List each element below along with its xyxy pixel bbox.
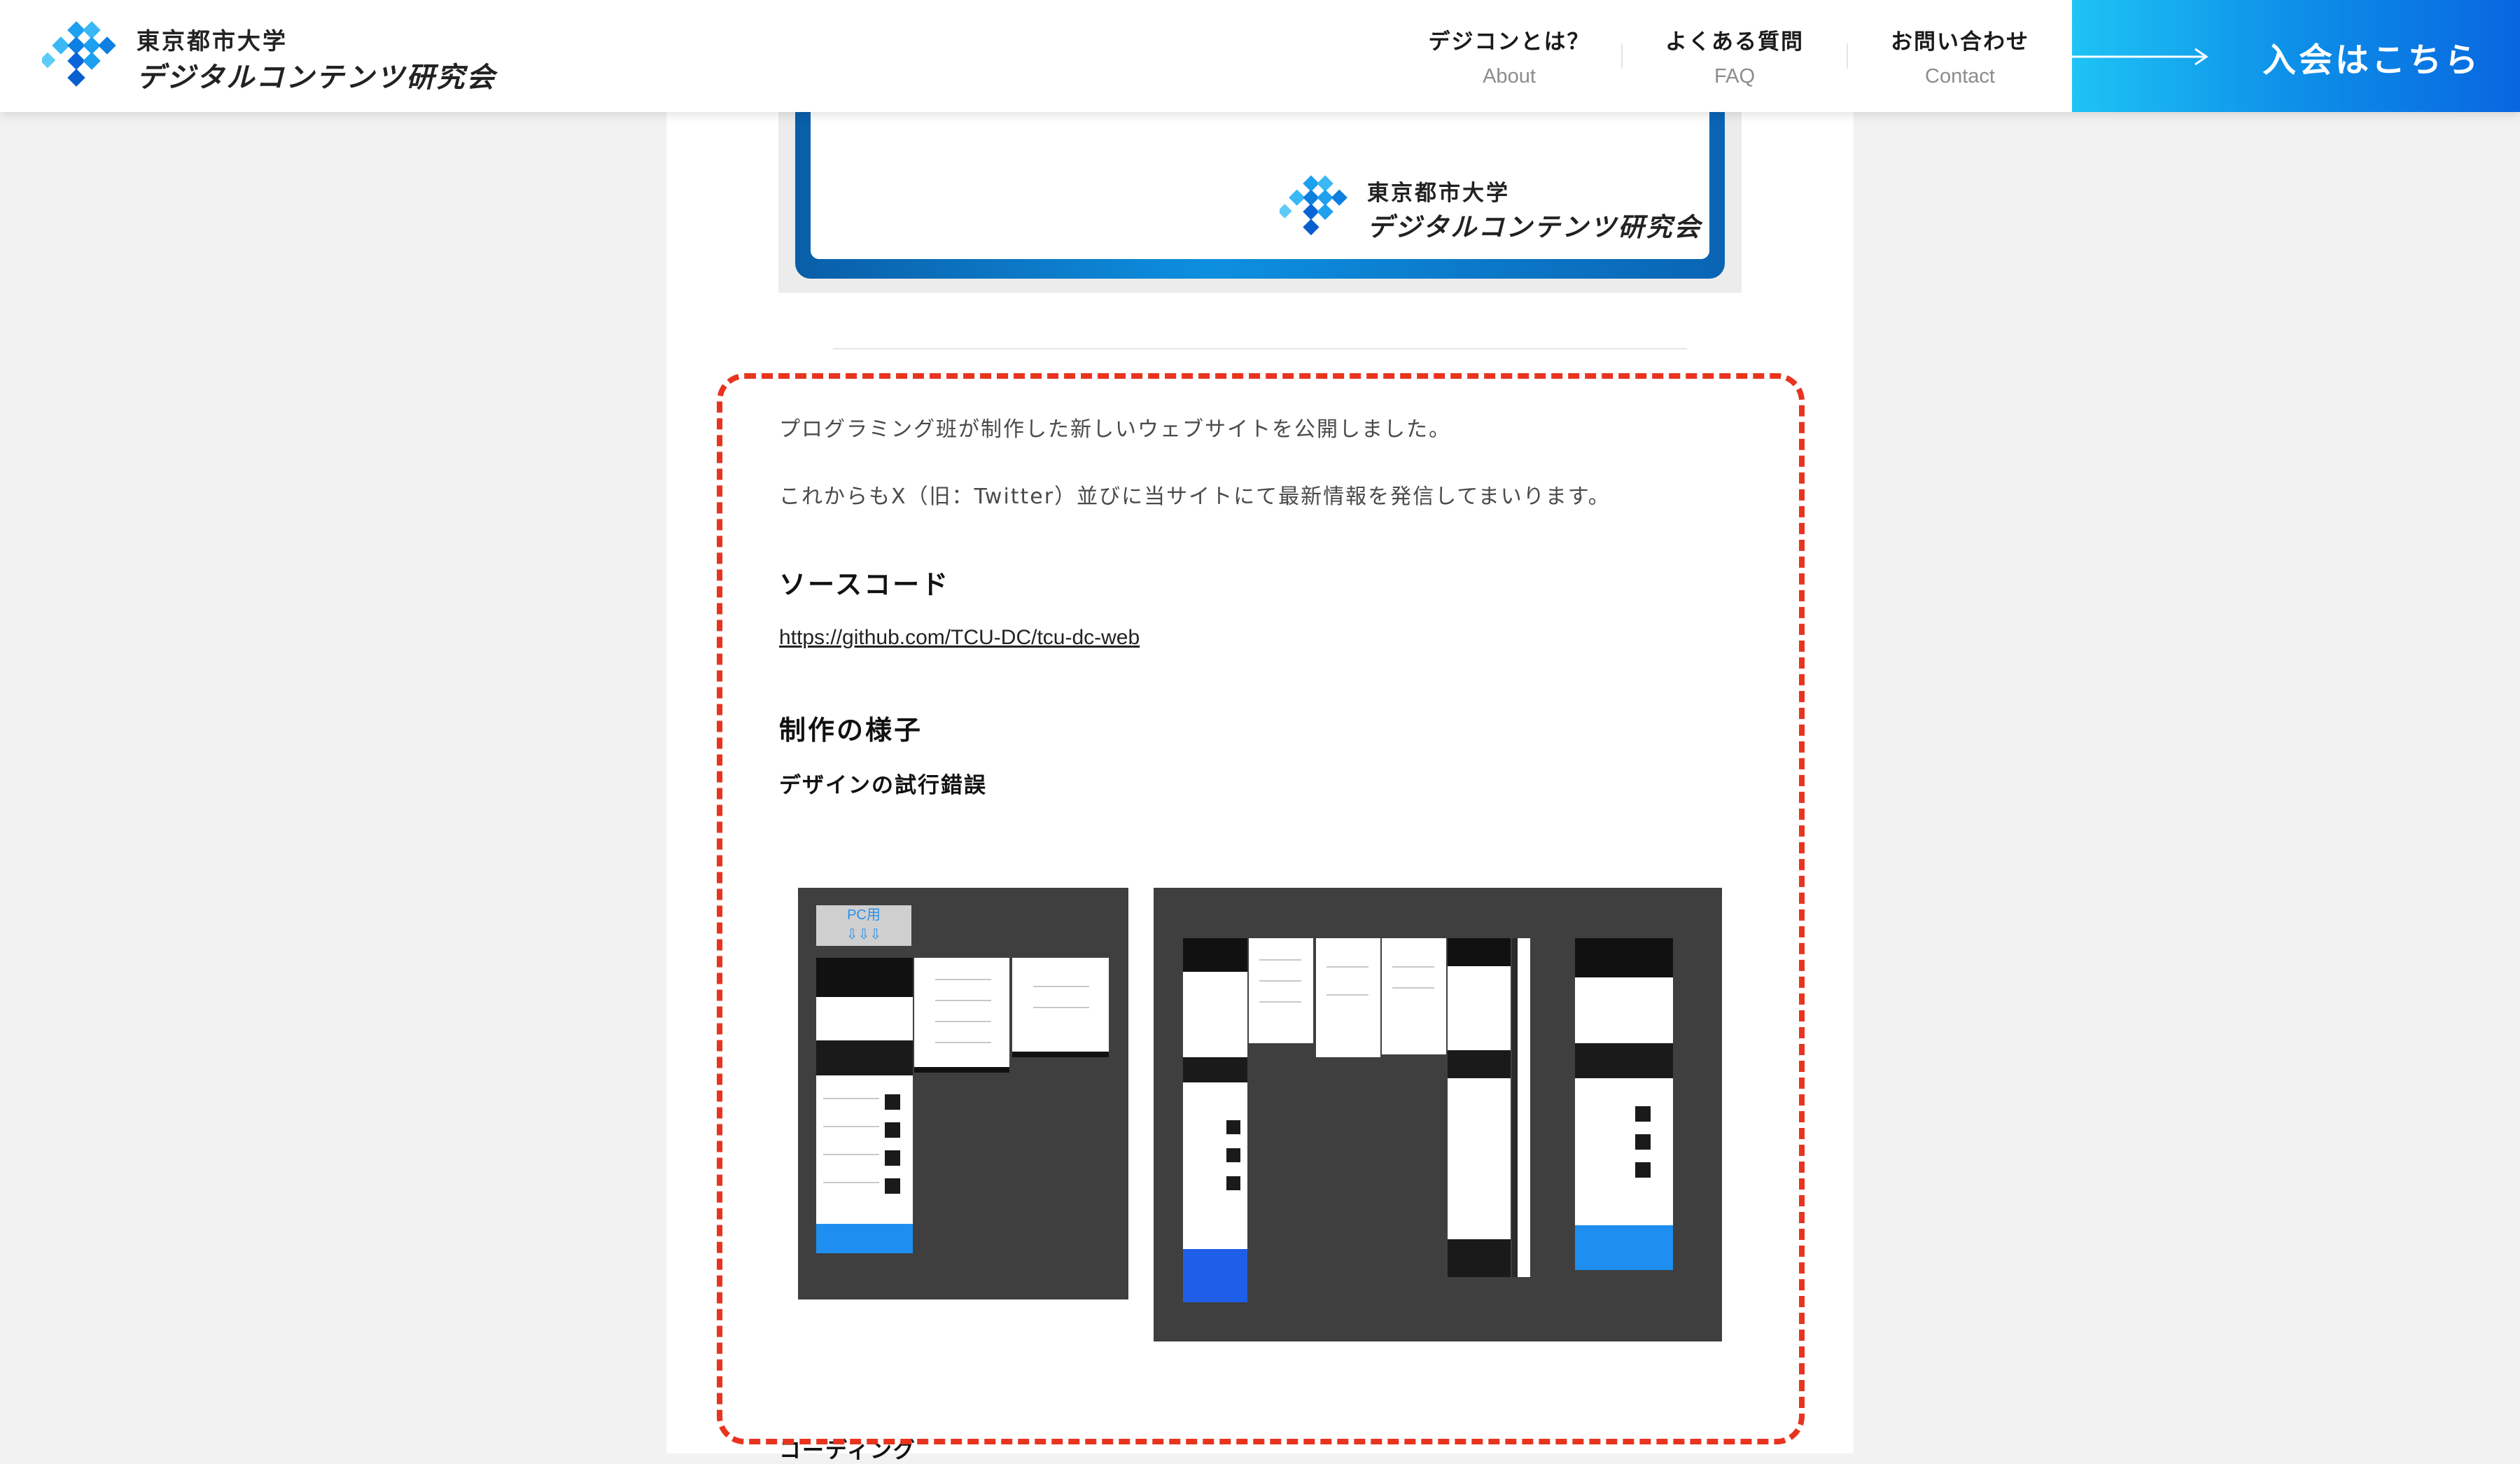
site-header: 東京都市大学 デジタルコンテンツ研究会 デジコンとは？ About よくある質問… [0,0,2520,112]
nav-item-faq[interactable]: よくある質問 FAQ [1623,24,1847,88]
nav-item-about[interactable]: デジコンとは？ About [1397,24,1621,88]
highlight-annotation-box [717,373,1805,1444]
logo-club-name: デジタルコンテンツ研究会 [136,62,497,94]
divider [833,348,1687,349]
nav-faq-jp: よくある質問 [1665,29,1804,55]
logo-diamond-icon [1280,175,1348,236]
logo-diamond-icon [42,21,116,87]
arrow-right-icon [2072,48,2208,66]
hero-logo-university-name: 東京都市大学 [1367,181,1510,206]
nav-contact-jp: お問い合わせ [1891,29,2029,55]
join-button[interactable]: 入会はこちら [2072,0,2520,112]
logo-university-name: 東京都市大学 [136,27,288,55]
nav-faq-en: FAQ [1714,65,1755,88]
nav-contact-en: Contact [1925,65,1995,88]
nav-about-en: About [1483,65,1536,88]
hero-logo-club-name: デジタルコンテンツ研究会 [1367,212,1702,242]
nav-about-jp: デジコンとは？ [1428,29,1590,55]
join-button-label: 入会はこちら [2262,41,2482,80]
nav-item-contact[interactable]: お問い合わせ Contact [1848,24,2072,88]
